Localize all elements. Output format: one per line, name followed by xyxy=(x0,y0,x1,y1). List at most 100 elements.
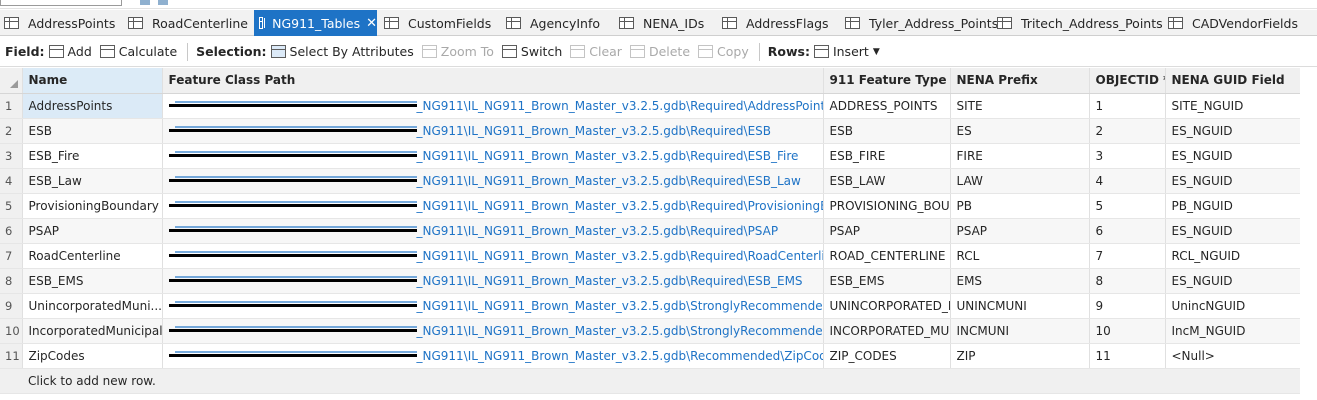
row-number[interactable]: 8 xyxy=(0,268,23,294)
cell-feature-class-path[interactable]: _NG911\IL_NG911_Brown_Master_v3.2.5.gdb\… xyxy=(162,118,824,144)
delete-selection-button[interactable]: Delete xyxy=(629,44,690,59)
cell-name[interactable]: ESB xyxy=(22,118,163,144)
cell-objectid[interactable]: 2 xyxy=(1089,118,1166,144)
tab-roadcenterline[interactable]: RoadCenterline xyxy=(128,10,248,36)
tab-tritech-address-points[interactable]: Tritech_Address_Points xyxy=(997,10,1163,36)
table-row[interactable]: 7 RoadCenterline _NG911\IL_NG911_Brown_Mas… xyxy=(0,243,1301,269)
cell-objectid[interactable]: 1 xyxy=(1089,93,1166,119)
cell-objectid[interactable]: 9 xyxy=(1089,293,1166,319)
cell-name[interactable]: ZipCodes xyxy=(22,343,163,369)
cell-911-feature-type[interactable]: ADDRESS_POINTS xyxy=(823,93,951,119)
copy-selection-button[interactable]: Copy xyxy=(698,44,749,59)
cell-name[interactable]: AddressPoints xyxy=(22,93,163,119)
cell-911-feature-type[interactable]: ESB_LAW xyxy=(823,168,951,194)
cell-nena-prefix[interactable]: LAW xyxy=(950,168,1090,194)
column-header-name[interactable]: Name xyxy=(22,68,163,94)
cell-911-feature-type[interactable]: UNINCORPORATED_MU xyxy=(823,293,951,319)
table-row[interactable]: 3 ESB_Fire _NG911\IL_NG911_Brown_Master_v3… xyxy=(0,143,1301,169)
row-number[interactable]: 2 xyxy=(0,118,23,144)
cell-feature-class-path[interactable]: _NG911\IL_NG911_Brown_Master_v3.2.5.gdb\… xyxy=(162,268,824,294)
table-row[interactable]: 2 ESB _NG911\IL_NG911_Brown_Master_v3.2.5.… xyxy=(0,118,1301,144)
cell-nena-prefix[interactable]: UNINCMUNI xyxy=(950,293,1090,319)
table-row[interactable]: 5 ProvisioningBoundary _NG911\IL_NG911_Bro… xyxy=(0,193,1301,219)
cell-name[interactable]: IncorporatedMunicipal xyxy=(22,318,163,344)
cell-911-feature-type[interactable]: ZIP_CODES xyxy=(823,343,951,369)
cell-nena-guid-field[interactable]: SITE_NGUID xyxy=(1165,93,1301,119)
cell-nena-guid-field[interactable]: ES_NGUID xyxy=(1165,268,1301,294)
cell-nena-prefix[interactable]: RCL xyxy=(950,243,1090,269)
column-header-nena-prefix[interactable]: NENA Prefix xyxy=(950,68,1090,94)
cell-objectid[interactable]: 4 xyxy=(1089,168,1166,194)
column-header-feature-class-path[interactable]: Feature Class Path xyxy=(162,68,824,94)
tab-agencyinfo[interactable]: AgencyInfo xyxy=(506,10,600,36)
insert-row-button[interactable]: Insert ▼ xyxy=(813,44,880,59)
cell-nena-guid-field[interactable]: ES_NGUID xyxy=(1165,218,1301,244)
table-row[interactable]: 6 PSAP _NG911\IL_NG911_Brown_Master_v3.2.5… xyxy=(0,218,1301,244)
column-header-nena-guid-field[interactable]: NENA GUID Field xyxy=(1165,68,1301,94)
table-row[interactable]: 9 UnincorporatedMuni... _NG911\IL_NG911_Br… xyxy=(0,293,1301,319)
tab-customfields[interactable]: CustomFields xyxy=(384,10,491,36)
cell-911-feature-type[interactable]: ESB xyxy=(823,118,951,144)
cell-911-feature-type[interactable]: ESB_FIRE xyxy=(823,143,951,169)
select-by-attributes-button[interactable]: Select By Attributes xyxy=(270,44,414,59)
cell-911-feature-type[interactable]: PROVISIONING_BOUNE xyxy=(823,193,951,219)
add-new-row-prompt[interactable]: Click to add new row. xyxy=(22,368,1300,394)
cell-nena-guid-field[interactable]: ES_NGUID xyxy=(1165,143,1301,169)
cell-nena-guid-field[interactable]: ES_NGUID xyxy=(1165,168,1301,194)
cell-feature-class-path[interactable]: _NG911\IL_NG911_Brown_Master_v3.2.5.gdb\… xyxy=(162,318,824,344)
cell-nena-prefix[interactable]: SITE xyxy=(950,93,1090,119)
cell-objectid[interactable]: 3 xyxy=(1089,143,1166,169)
cell-feature-class-path[interactable]: _NG911\IL_NG911_Brown_Master_v3.2.5.gdb\… xyxy=(162,218,824,244)
table-row[interactable]: 11 ZipCodes _NG911\IL_NG911_Brown_Master_v… xyxy=(0,343,1301,369)
row-number[interactable]: 4 xyxy=(0,168,23,194)
table-row[interactable]: 1 AddressPoints _NG911\IL_NG911_Brown_Mast… xyxy=(0,93,1301,119)
column-header-911-feature-type[interactable]: 911 Feature Type xyxy=(823,68,951,94)
cell-name[interactable]: UnincorporatedMuni... xyxy=(22,293,163,319)
cell-nena-guid-field[interactable]: RCL_NGUID xyxy=(1165,243,1301,269)
table-row[interactable]: 4 ESB_Law _NG911\IL_NG911_Brown_Master_v3.… xyxy=(0,168,1301,194)
cell-nena-prefix[interactable]: INCMUNI xyxy=(950,318,1090,344)
table-row[interactable]: 8 ESB_EMS _NG911\IL_NG911_Brown_Master_v3.… xyxy=(0,268,1301,294)
cell-nena-guid-field[interactable]: UnincNGUID xyxy=(1165,293,1301,319)
cell-objectid[interactable]: 10 xyxy=(1089,318,1166,344)
tab-addressflags[interactable]: AddressFlags xyxy=(722,10,829,36)
cell-name[interactable]: PSAP xyxy=(22,218,163,244)
clear-selection-button[interactable]: Clear xyxy=(570,44,622,59)
cell-nena-guid-field[interactable]: IncM_NGUID xyxy=(1165,318,1301,344)
cell-feature-class-path[interactable]: _NG911\IL_NG911_Brown_Master_v3.2.5.gdb\… xyxy=(162,143,824,169)
tab-nena-ids[interactable]: NENA_IDs xyxy=(619,10,704,36)
cell-nena-prefix[interactable]: PSAP xyxy=(950,218,1090,244)
cell-911-feature-type[interactable]: INCORPORATED_MUNI xyxy=(823,318,951,344)
row-number[interactable]: 5 xyxy=(0,193,23,219)
cell-feature-class-path[interactable]: _NG911\IL_NG911_Brown_Master_v3.2.5.gdb\… xyxy=(162,293,824,319)
cell-name[interactable]: ESB_EMS xyxy=(22,268,163,294)
cell-nena-guid-field[interactable]: PB_NGUID xyxy=(1165,193,1301,219)
row-number[interactable]: 3 xyxy=(0,143,23,169)
cell-feature-class-path[interactable]: _NG911\IL_NG911_Brown_Master_v3.2.5.gdb\… xyxy=(162,243,824,269)
add-field-button[interactable]: Add xyxy=(48,44,92,59)
cell-nena-prefix[interactable]: ZIP xyxy=(950,343,1090,369)
cell-nena-prefix[interactable]: ES xyxy=(950,118,1090,144)
cell-911-feature-type[interactable]: ROAD_CENTERLINE xyxy=(823,243,951,269)
row-number[interactable]: 11 xyxy=(0,343,23,369)
cell-objectid[interactable]: 11 xyxy=(1089,343,1166,369)
cell-nena-guid-field[interactable]: <Null> xyxy=(1165,343,1301,369)
table-row[interactable]: 10 IncorporatedMunicipal _NG911\IL_NG911_B… xyxy=(0,318,1301,344)
select-all-corner[interactable] xyxy=(0,68,23,94)
cell-objectid[interactable]: 7 xyxy=(1089,243,1166,269)
cell-name[interactable]: ESB_Law xyxy=(22,168,163,194)
switch-selection-button[interactable]: Switch xyxy=(501,44,562,59)
tab-ng911-tables[interactable]: NG911_Tables ✕ xyxy=(254,10,377,36)
cell-nena-guid-field[interactable]: ES_NGUID xyxy=(1165,118,1301,144)
row-number[interactable]: 9 xyxy=(0,293,23,319)
cell-911-feature-type[interactable]: PSAP xyxy=(823,218,951,244)
cell-objectid[interactable]: 5 xyxy=(1089,193,1166,219)
cell-feature-class-path[interactable]: _NG911\IL_NG911_Brown_Master_v3.2.5.gdb\… xyxy=(162,193,824,219)
cell-911-feature-type[interactable]: ESB_EMS xyxy=(823,268,951,294)
close-icon[interactable]: ✕ xyxy=(366,16,377,31)
cell-feature-class-path[interactable]: _NG911\IL_NG911_Brown_Master_v3.2.5.gdb\… xyxy=(162,168,824,194)
tab-tyler-address-points[interactable]: Tyler_Address_Points xyxy=(845,10,998,36)
row-number[interactable]: 7 xyxy=(0,243,23,269)
cell-objectid[interactable]: 6 xyxy=(1089,218,1166,244)
tab-addresspoints[interactable]: AddressPoints xyxy=(4,10,115,36)
